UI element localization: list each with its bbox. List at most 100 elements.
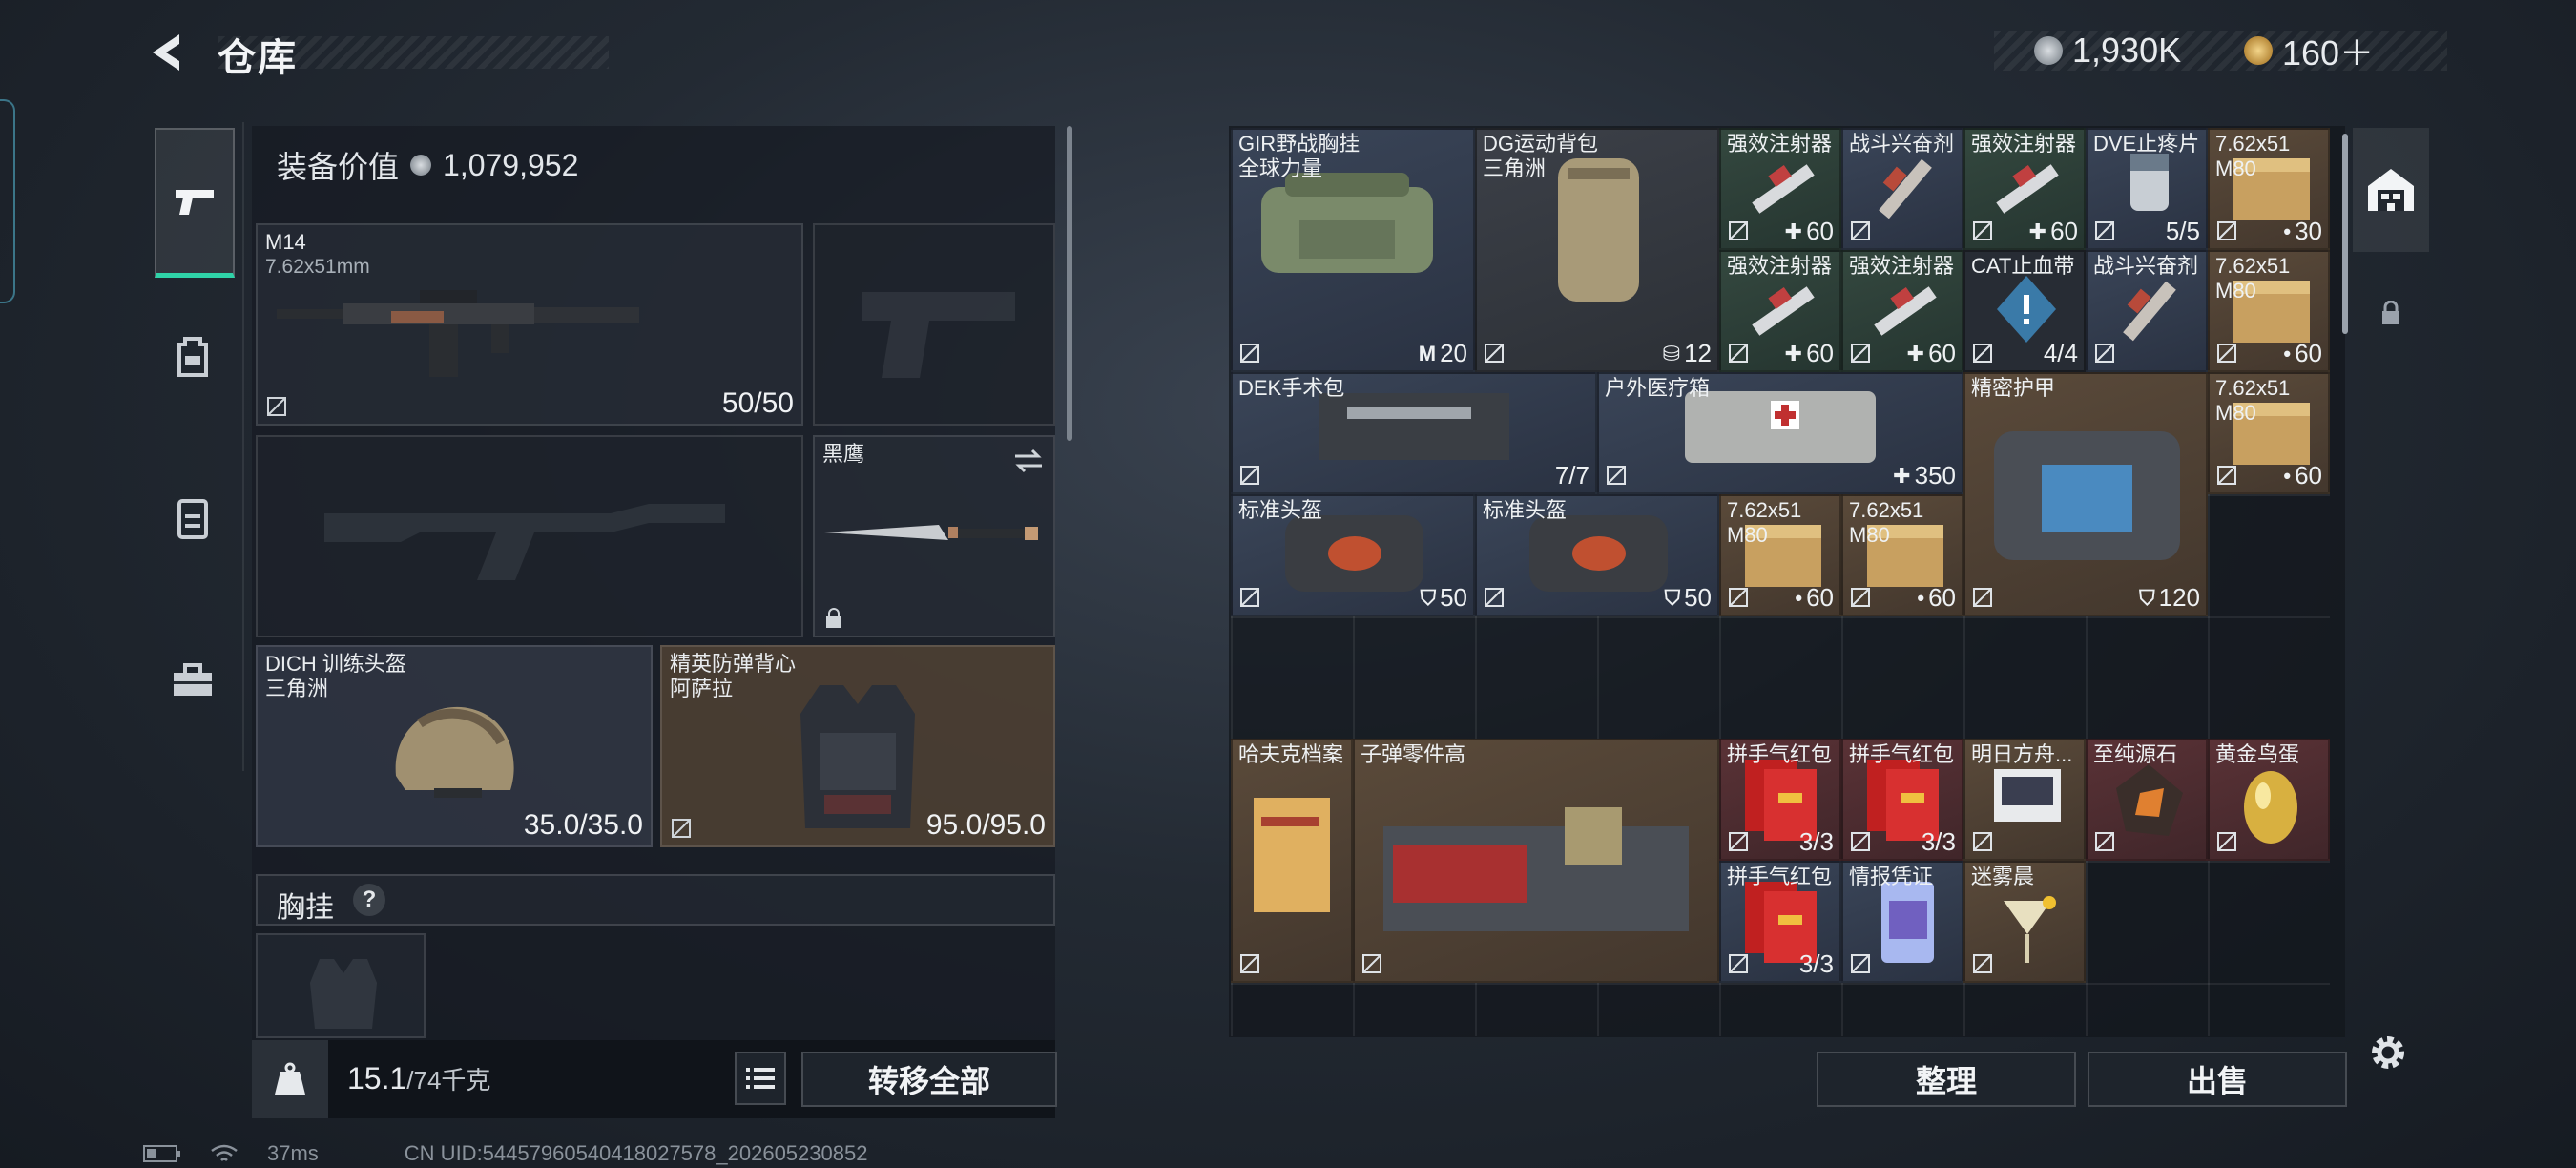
no-insure-icon xyxy=(1240,954,1259,973)
stash-item[interactable]: 强效注射器 ✚ 60 xyxy=(1841,250,1963,372)
item-count-value: 60 xyxy=(2050,217,2078,245)
stash-item[interactable]: 拼手气红包 3/3 xyxy=(1719,739,1841,861)
item-name: 拼手气红包 xyxy=(1727,742,1833,766)
item-name: GIR野战胸挂 xyxy=(1238,132,1361,156)
item-count-value: 7/7 xyxy=(1554,461,1589,490)
stash-item[interactable]: 精密护甲 ⛉ 120 xyxy=(1963,372,2208,616)
no-insure-icon xyxy=(1973,832,1992,851)
stash-item[interactable]: 黄金鸟蛋 xyxy=(2208,739,2330,861)
transfer-all-button[interactable]: 转移全部 xyxy=(801,1052,1057,1107)
swap-icon[interactable] xyxy=(1011,447,1046,475)
stash-item[interactable]: 哈夫克档案 xyxy=(1231,739,1353,983)
item-name: 明日方舟... xyxy=(1971,742,2073,766)
tab-weapons[interactable] xyxy=(155,128,235,278)
stash-item[interactable]: 7.62x51 M80 • 60 xyxy=(2208,372,2330,494)
item-count: • 60 xyxy=(2283,339,2322,368)
back-arrow-icon[interactable] xyxy=(143,29,191,76)
no-insure-icon xyxy=(2217,221,2236,240)
stash-item[interactable]: 强效注射器 ✚ 60 xyxy=(1719,128,1841,250)
stash-scrollbar[interactable] xyxy=(2342,134,2348,334)
stash-item[interactable]: 7.62x51 M80 • 60 xyxy=(1719,494,1841,616)
secondary-weapon-slot[interactable] xyxy=(813,223,1055,426)
gear-icon[interactable] xyxy=(2366,1031,2410,1074)
stash-item[interactable]: 战斗兴奋剂 xyxy=(1841,128,1963,250)
item-count-value: 50 xyxy=(1684,583,1712,612)
stash-item[interactable]: DEK手术包 7/7 xyxy=(1231,372,1597,494)
equipment-value: 装备价值 1,079,952 xyxy=(277,143,578,187)
stash-item[interactable]: 7.62x51 M80 • 60 xyxy=(1841,494,1963,616)
item-name: 强效注射器 xyxy=(1727,254,1833,278)
stash-item[interactable]: CAT止血带 4/4 xyxy=(1963,250,2086,372)
count-icon: ✚ xyxy=(1784,219,1803,243)
stash-item[interactable]: 情报凭证 xyxy=(1841,861,1963,983)
item-count-value: 20 xyxy=(1440,339,1467,367)
count-icon: • xyxy=(2283,219,2292,243)
item-name: 情报凭证 xyxy=(1849,865,1934,888)
item-name: 7.62x51 xyxy=(1849,498,1924,522)
stash-item[interactable]: 7.62x51 M80 • 30 xyxy=(2208,128,2330,250)
helmet-name: DICH 训练头盔 xyxy=(265,652,406,676)
list-view-button[interactable] xyxy=(735,1052,786,1105)
tab-locked[interactable] xyxy=(2353,265,2429,361)
count-icon: ✚ xyxy=(1906,341,1925,365)
no-insure-icon xyxy=(1729,344,1748,363)
no-insure-icon xyxy=(1851,588,1870,607)
rig-placeholder-icon xyxy=(310,959,377,1029)
secondary-primary-slot[interactable] xyxy=(256,435,803,637)
stash-item[interactable]: 明日方舟... xyxy=(1963,739,2086,861)
melee-slot[interactable]: 黑鹰 xyxy=(813,435,1055,637)
help-icon[interactable]: ? xyxy=(353,884,385,916)
stash-item[interactable]: 标准头盔 ⛉ 50 xyxy=(1475,494,1719,616)
stash-item[interactable]: 至纯源石 xyxy=(2086,739,2208,861)
item-count: 3/3 xyxy=(1796,827,1834,857)
tab-toolbox[interactable] xyxy=(155,609,231,752)
tab-backpack[interactable] xyxy=(155,284,231,428)
equipment-scrollbar[interactable] xyxy=(1067,126,1072,441)
stash-item[interactable]: 7.62x51 M80 • 60 xyxy=(2208,250,2330,372)
stash-item[interactable]: 拼手气红包 3/3 xyxy=(1841,739,1963,861)
primary-weapon-slot[interactable]: M14 7.62x51mm 50/50 xyxy=(256,223,803,426)
tab-stash[interactable] xyxy=(2353,128,2429,252)
no-insure-icon xyxy=(2217,344,2236,363)
helmet-slot[interactable]: DICH 训练头盔 三角洲 35.0/35.0 xyxy=(256,645,653,847)
item-name: 哈夫克档案 xyxy=(1238,742,1344,766)
tab-rig[interactable] xyxy=(155,447,231,590)
stash-item[interactable]: 拼手气红包 3/3 xyxy=(1719,861,1841,983)
rifle-placeholder-icon xyxy=(324,504,725,580)
no-insure-icon xyxy=(672,819,691,838)
silver-coin-icon xyxy=(410,155,432,176)
item-name: 子弹零件高 xyxy=(1361,742,1466,766)
stash-item[interactable]: 子弹零件高 xyxy=(1353,739,1719,983)
stash-item[interactable]: GIR野战胸挂 全球力量 M 20 xyxy=(1231,128,1475,372)
stash-item[interactable]: 强效注射器 ✚ 60 xyxy=(1963,128,2086,250)
count-icon: ⛁ xyxy=(1662,341,1681,365)
stash-grid: GIR野战胸挂 全球力量 M 20 DG运动背包 三角洲 ⛁ 12 强效注射器 ✚ 60 战斗兴奋剂强… xyxy=(1231,128,2330,1036)
stash-item[interactable]: 强效注射器 ✚ 60 xyxy=(1719,250,1841,372)
armor-name: 精英防弹背心 xyxy=(670,652,797,676)
item-count: • 30 xyxy=(2283,217,2322,246)
no-insure-icon xyxy=(1851,344,1870,363)
chest-rig-slot[interactable] xyxy=(256,933,426,1038)
item-count: ⛉ 120 xyxy=(2139,583,2200,613)
currency-gold[interactable]: 160＋ xyxy=(2244,31,2374,73)
item-name: 7.62x51 xyxy=(2215,376,2291,400)
stash-item[interactable]: DG运动背包 三角洲 ⛁ 12 xyxy=(1475,128,1719,372)
organize-button[interactable]: 整理 xyxy=(1817,1052,2076,1107)
item-count: 5/5 xyxy=(2162,217,2200,246)
armor-slot[interactable]: 精英防弹背心 阿萨拉 95.0/95.0 xyxy=(660,645,1055,847)
sell-button[interactable]: 出售 xyxy=(2088,1052,2347,1107)
stash-item[interactable]: 迷雾晨 xyxy=(1963,861,2086,983)
item-name: 迷雾晨 xyxy=(1971,865,2035,888)
weapon-ammo: 50/50 xyxy=(721,387,794,419)
stash-item[interactable]: DVE止疼片 5/5 xyxy=(2086,128,2208,250)
stash-item[interactable]: 户外医疗箱 ✚ 350 xyxy=(1597,372,1963,494)
ping-text: 37ms xyxy=(267,1141,319,1165)
count-icon: • xyxy=(1917,585,1925,610)
item-subtitle: M80 xyxy=(2215,156,2256,180)
stash-item[interactable]: 标准头盔 ⛉ 50 xyxy=(1231,494,1475,616)
item-count-value: 5/5 xyxy=(2165,217,2200,245)
weight-max: /74千克 xyxy=(406,1066,491,1095)
item-icon xyxy=(1383,807,1689,931)
stash-item[interactable]: 战斗兴奋剂 xyxy=(2086,250,2208,372)
left-edge-tab[interactable] xyxy=(0,99,15,303)
